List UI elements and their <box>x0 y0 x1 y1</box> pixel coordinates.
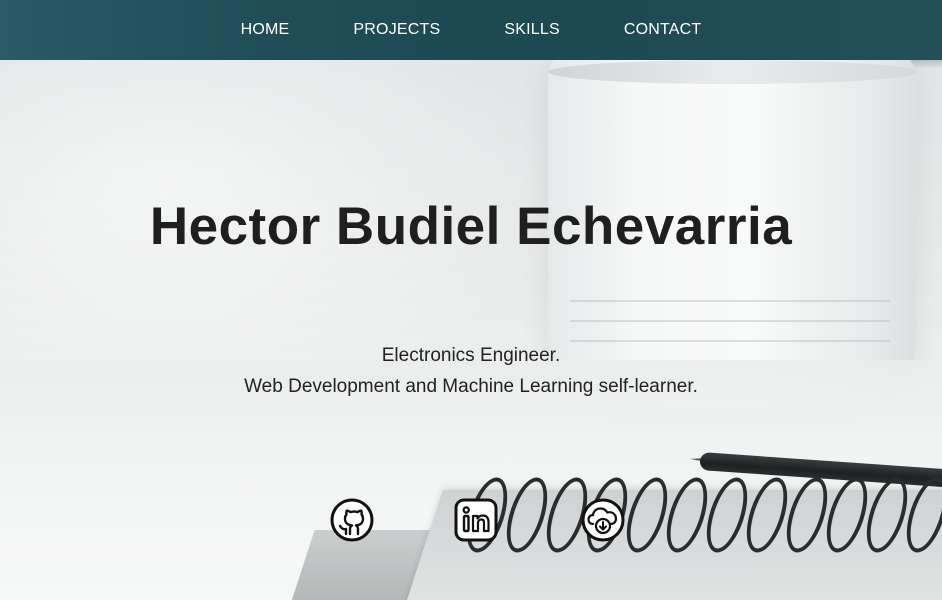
linkedin-link[interactable] <box>453 497 499 543</box>
social-links <box>0 497 942 545</box>
linkedin-icon <box>454 498 498 542</box>
nav-contact-link[interactable]: CONTACT <box>624 21 702 39</box>
tagline-line-1: Electronics Engineer. <box>381 345 561 366</box>
tagline-line-2: Web Development and Machine Learning sel… <box>244 376 698 397</box>
top-navbar: HOME PROJECTS SKILLS CONTACT <box>0 0 942 60</box>
github-link[interactable] <box>329 497 375 543</box>
cloud-download-icon <box>581 498 625 542</box>
tagline: Electronics Engineer. Web Development an… <box>0 340 942 402</box>
download-cv-link[interactable] <box>580 497 626 543</box>
nav-skills-link[interactable]: SKILLS <box>504 21 559 39</box>
github-icon <box>330 498 374 542</box>
page-title: Hector Budiel Echevarria <box>149 197 793 256</box>
nav-home-link[interactable]: HOME <box>241 21 290 39</box>
nav-projects-link[interactable]: PROJECTS <box>353 21 440 39</box>
hero-content: Hector Budiel Echevarria Electronics Eng… <box>0 0 942 600</box>
